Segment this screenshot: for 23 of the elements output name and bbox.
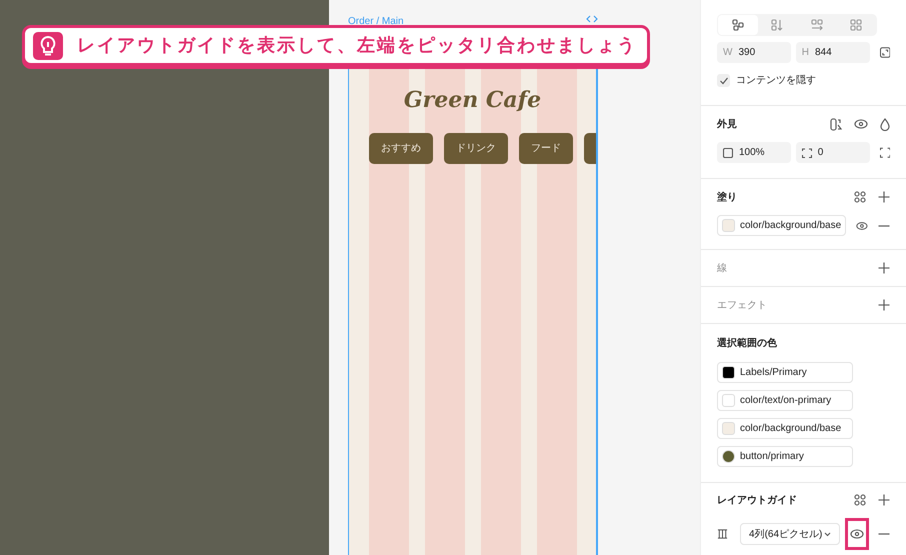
opacity-field[interactable]: 100% xyxy=(717,142,791,163)
category-button[interactable]: おすすめ xyxy=(369,133,433,164)
cafe-logo: Green Cafe xyxy=(404,86,542,115)
layout-guide-dropdown[interactable]: 4列(64ピクセル) xyxy=(740,523,840,545)
section-title: エフェクト xyxy=(717,298,767,312)
category-button[interactable]: ドリンク xyxy=(444,133,508,164)
checkbox-label: コンテンツを隠す xyxy=(736,74,816,88)
section-title: 外見 xyxy=(717,118,737,132)
fill-chip[interactable]: color/background/base xyxy=(717,215,846,236)
section-title: 選択範囲の色 xyxy=(717,336,777,350)
color-chip[interactable]: button/primary xyxy=(717,446,853,467)
width-field[interactable]: W 390 xyxy=(717,42,791,63)
frame-label: Order / Main xyxy=(348,15,404,29)
color-chip[interactable]: color/background/base xyxy=(717,418,853,439)
tip-text: レイアウトガイドを表示して、左端をピッタリ合わせましょう xyxy=(77,34,637,57)
section-title: レイアウトガイド xyxy=(717,494,797,508)
color-chip[interactable]: Labels/Primary xyxy=(717,362,853,383)
color-chip[interactable]: color/text/on-primary xyxy=(717,390,853,411)
category-button[interactable]: フード xyxy=(519,133,573,164)
section-title: 塗り xyxy=(717,190,737,204)
height-field[interactable]: H 844 xyxy=(796,42,870,63)
radius-field[interactable]: 0 xyxy=(796,142,870,163)
section-title: 線 xyxy=(717,262,727,276)
